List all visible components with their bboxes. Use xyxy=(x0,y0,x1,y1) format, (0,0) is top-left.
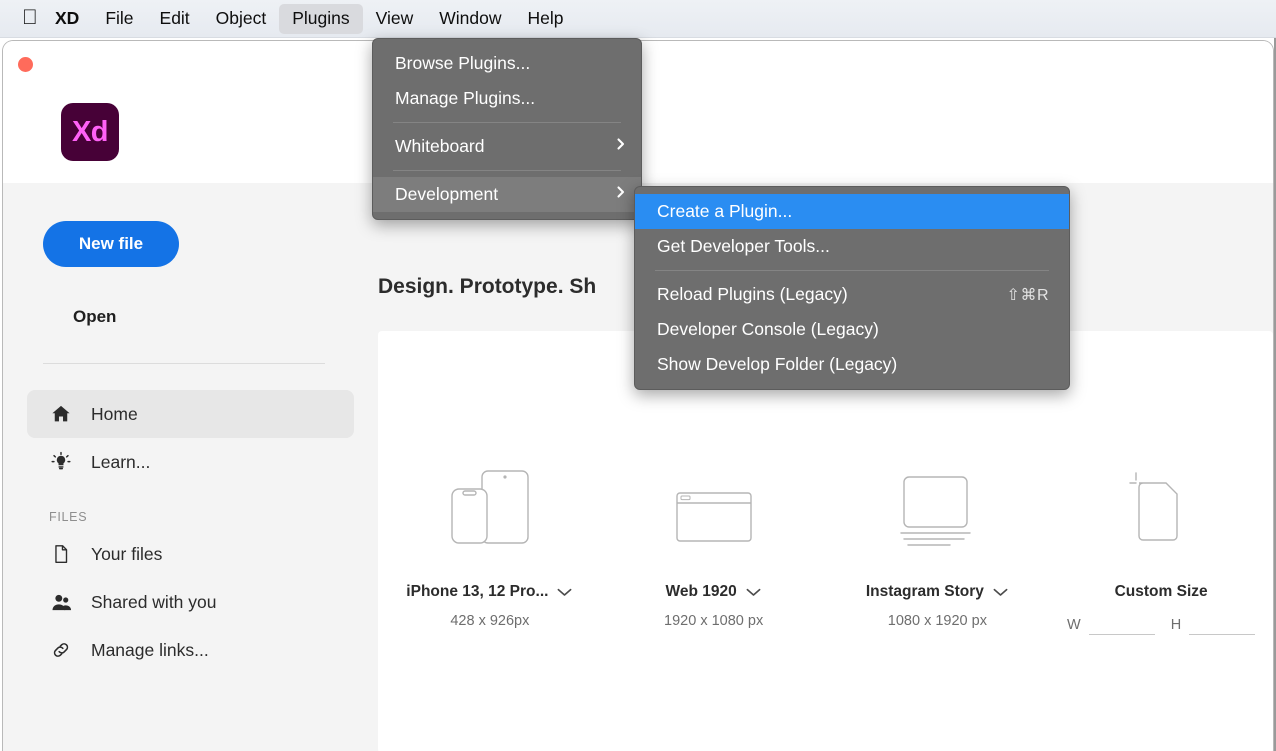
menu-separator xyxy=(393,122,621,123)
sidebar-item-learn-label: Learn... xyxy=(91,452,150,473)
menu-item-manage-plugins-label: Manage Plugins... xyxy=(395,88,627,109)
menu-item-show-develop-folder-legacy[interactable]: Show Develop Folder (Legacy) xyxy=(635,347,1069,382)
menu-item-whiteboard-label: Whiteboard xyxy=(395,136,605,157)
chevron-right-icon xyxy=(615,184,627,205)
menubar-item-plugins[interactable]: Plugins xyxy=(279,4,362,34)
apple-logo-icon[interactable]:  xyxy=(22,7,42,31)
document-icon xyxy=(49,542,73,566)
open-link[interactable]: Open xyxy=(73,307,116,327)
custom-width-group: W xyxy=(1067,611,1155,635)
menubar-item-object[interactable]: Object xyxy=(203,4,280,34)
sidebar-item-shared-with-you-label: Shared with you xyxy=(91,592,217,613)
menu-item-browse-plugins[interactable]: Browse Plugins... xyxy=(373,46,641,81)
sidebar-nav-primary: Home Learn... xyxy=(3,390,378,486)
preset-web-header[interactable]: Web 1920 xyxy=(666,583,762,601)
menubar-item-help[interactable]: Help xyxy=(515,4,577,34)
stacked-cards-icon xyxy=(887,453,987,561)
preset-instagram-dims: 1080 x 1920 px xyxy=(888,613,987,629)
menubar-item-view[interactable]: View xyxy=(363,4,427,34)
preset-iphone[interactable]: iPhone 13, 12 Pro... 428 x 926px xyxy=(378,453,602,629)
new-file-button[interactable]: New file xyxy=(43,221,179,267)
chevron-down-icon[interactable] xyxy=(745,586,762,598)
lightbulb-icon xyxy=(49,450,73,474)
people-icon xyxy=(49,590,73,614)
menu-separator xyxy=(655,270,1049,271)
sidebar-divider xyxy=(43,363,325,364)
menu-item-get-developer-tools-label: Get Developer Tools... xyxy=(657,236,1049,257)
menu-item-developer-console-legacy[interactable]: Developer Console (Legacy) xyxy=(635,312,1069,347)
custom-size-inputs: W H xyxy=(1067,611,1255,635)
custom-height-label: H xyxy=(1171,617,1181,635)
menu-item-create-a-plugin[interactable]: Create a Plugin... xyxy=(635,194,1069,229)
custom-height-input[interactable] xyxy=(1189,611,1255,635)
phone-tablet-icon xyxy=(440,453,540,561)
menu-item-reload-plugins-legacy-label: Reload Plugins (Legacy) xyxy=(657,284,1007,305)
menubar-item-window[interactable]: Window xyxy=(426,4,514,34)
custom-height-group: H xyxy=(1171,611,1255,635)
menu-item-reload-plugins-shortcut: ⇧⌘R xyxy=(1007,285,1049,305)
menu-separator xyxy=(393,170,621,171)
menubar-item-file[interactable]: File xyxy=(92,4,146,34)
adobe-xd-logo: Xd xyxy=(61,103,119,161)
sidebar-section-files-heading: FILES xyxy=(49,510,378,524)
menu-item-manage-plugins[interactable]: Manage Plugins... xyxy=(373,81,641,116)
sidebar-item-shared-with-you[interactable]: Shared with you xyxy=(27,578,354,626)
chevron-right-icon xyxy=(615,136,627,157)
preset-custom-size[interactable]: Custom Size W H xyxy=(1049,453,1273,635)
home-icon xyxy=(49,402,73,426)
preset-iphone-name: iPhone 13, 12 Pro... xyxy=(406,583,548,601)
preset-web-name: Web 1920 xyxy=(666,583,737,601)
chevron-down-icon[interactable] xyxy=(556,586,573,598)
preset-list: iPhone 13, 12 Pro... 428 x 926px xyxy=(378,331,1273,751)
menubar-item-edit[interactable]: Edit xyxy=(147,4,203,34)
preset-instagram-name: Instagram Story xyxy=(866,583,984,601)
preset-web[interactable]: Web 1920 1920 x 1080 px xyxy=(602,453,826,629)
sidebar-item-your-files[interactable]: Your files xyxy=(27,530,354,578)
screen-root: Xd New file Open Home xyxy=(0,0,1276,751)
custom-width-input[interactable] xyxy=(1089,611,1155,635)
sidebar-item-home-label: Home xyxy=(91,404,138,425)
menu-item-development[interactable]: Development xyxy=(373,177,641,212)
menu-item-developer-console-legacy-label: Developer Console (Legacy) xyxy=(657,319,1049,340)
chevron-down-icon[interactable] xyxy=(992,586,1009,598)
sidebar-item-manage-links[interactable]: Manage links... xyxy=(27,626,354,674)
menu-item-development-label: Development xyxy=(395,184,605,205)
preset-iphone-dims: 428 x 926px xyxy=(450,613,529,629)
preset-iphone-header[interactable]: iPhone 13, 12 Pro... xyxy=(406,583,573,601)
macos-menubar:  XD File Edit Object Plugins View Windo… xyxy=(0,0,1276,38)
preset-card: iPhone 13, 12 Pro... 428 x 926px xyxy=(378,331,1273,751)
menu-item-show-develop-folder-legacy-label: Show Develop Folder (Legacy) xyxy=(657,354,1049,375)
sidebar-item-your-files-label: Your files xyxy=(91,544,162,565)
preset-web-dims: 1920 x 1080 px xyxy=(664,613,763,629)
menu-item-create-a-plugin-label: Create a Plugin... xyxy=(657,201,1049,222)
close-traffic-light-icon[interactable] xyxy=(18,57,33,72)
plugins-dropdown-menu: Browse Plugins... Manage Plugins... Whit… xyxy=(372,38,642,220)
sidebar-nav-files: Your files Shared with you xyxy=(3,530,378,674)
xd-logo-text: Xd xyxy=(72,116,108,149)
menubar-item-xd[interactable]: XD xyxy=(42,4,92,34)
preset-custom-header: Custom Size xyxy=(1115,583,1208,601)
preset-custom-name: Custom Size xyxy=(1115,583,1208,601)
sidebar: New file Open Home xyxy=(3,183,378,751)
menu-item-whiteboard[interactable]: Whiteboard xyxy=(373,129,641,164)
custom-width-label: W xyxy=(1067,617,1081,635)
sidebar-item-manage-links-label: Manage links... xyxy=(91,640,209,661)
link-icon xyxy=(49,638,73,662)
preset-instagram-story[interactable]: Instagram Story 1080 x 1920 px xyxy=(826,453,1050,629)
menu-item-browse-plugins-label: Browse Plugins... xyxy=(395,53,627,74)
sidebar-item-home[interactable]: Home xyxy=(27,390,354,438)
preset-instagram-header[interactable]: Instagram Story xyxy=(866,583,1009,601)
development-submenu: Create a Plugin... Get Developer Tools..… xyxy=(634,186,1070,390)
menu-item-reload-plugins-legacy[interactable]: Reload Plugins (Legacy) ⇧⌘R xyxy=(635,277,1069,312)
menu-item-get-developer-tools[interactable]: Get Developer Tools... xyxy=(635,229,1069,264)
sidebar-item-learn[interactable]: Learn... xyxy=(27,438,354,486)
page-title: Design. Prototype. Sh xyxy=(378,275,596,299)
custom-artboard-icon xyxy=(1111,453,1211,561)
browser-window-icon xyxy=(664,453,764,561)
